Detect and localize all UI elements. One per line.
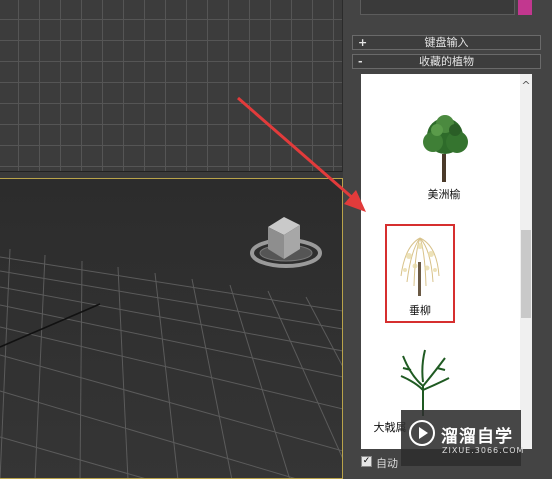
command-panel: + 键盘输入 - 收藏的植物 美洲榆 垂柳 大戟属 ^ ✓ 自动: [352, 0, 552, 479]
auto-checkbox[interactable]: ✓: [361, 456, 372, 467]
auto-label: 自动: [376, 457, 398, 470]
object-color-swatch[interactable]: [518, 0, 532, 15]
perspective-viewport[interactable]: [0, 178, 343, 479]
keyboard-input-rollout[interactable]: + 键盘输入: [352, 35, 541, 50]
plant-name: 美洲榆: [427, 188, 461, 201]
elm-tree-icon: [423, 115, 468, 182]
watermark-url: ZIXUE.3066.COM: [442, 446, 525, 455]
euphorbia-icon: [400, 349, 450, 416]
weeping-willow-icon: [400, 237, 440, 296]
viewport-panel-gap: [343, 0, 352, 479]
scroll-up-icon[interactable]: ^: [520, 80, 532, 92]
plant-list-scrollbar[interactable]: ^: [520, 74, 532, 449]
name-field[interactable]: [360, 0, 515, 15]
plant-list[interactable]: 美洲榆 垂柳 大戟属 ^: [361, 74, 532, 449]
viewcube-icon[interactable]: [248, 213, 328, 273]
plant-item-willow[interactable]: 垂柳: [385, 224, 455, 323]
rollout-title: 键盘输入: [424, 36, 469, 49]
watermark: 溜溜自学 ZIXUE.3066.COM: [401, 410, 525, 466]
scroll-thumb[interactable]: [521, 230, 531, 318]
favorite-plants-rollout[interactable]: - 收藏的植物: [352, 54, 541, 69]
rollout-title: 收藏的植物: [419, 55, 474, 68]
plant-name: 垂柳: [409, 304, 431, 317]
top-viewport[interactable]: [0, 0, 342, 172]
play-logo-icon: [409, 420, 435, 446]
clipped-plant-label: [381, 74, 511, 78]
plant-item-elm[interactable]: 美洲榆: [379, 114, 509, 224]
watermark-title: 溜溜自学: [441, 427, 513, 447]
